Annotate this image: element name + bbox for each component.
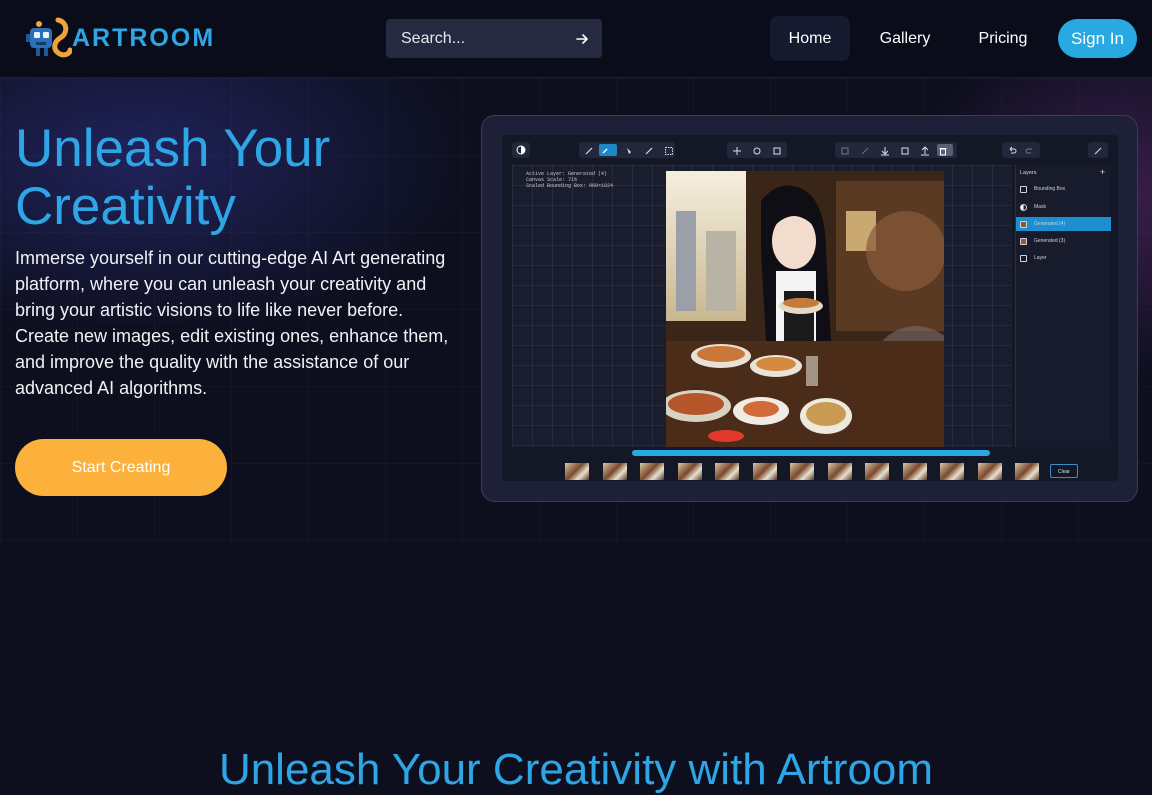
- select-tool-icon: [663, 144, 675, 156]
- thumbnail: [827, 463, 852, 480]
- theme-toggle: [512, 142, 530, 158]
- thumbnail: [902, 463, 927, 480]
- copy-icon: [899, 144, 911, 156]
- sign-in-button[interactable]: Sign In: [1058, 19, 1137, 58]
- generation-progress-bar: [632, 450, 990, 456]
- brush-tool-icon: [583, 144, 595, 156]
- logo-text: ARTROOM: [72, 24, 216, 52]
- tools-toolbar: [579, 142, 675, 158]
- trash-icon: [937, 144, 953, 156]
- layer-item: Bounding Box: [1016, 182, 1111, 196]
- move-icon: [731, 144, 743, 156]
- search-box: [386, 19, 602, 58]
- generated-artwork-image: [666, 171, 944, 447]
- layer-item-active: Generated (4): [1016, 217, 1111, 231]
- app-preview-device: Active Layer: Generated (4) Canvas Scale…: [481, 115, 1138, 502]
- robot-logo-icon: [26, 17, 72, 58]
- settings-toolbar: [1088, 142, 1108, 158]
- undo-icon: [1006, 144, 1018, 156]
- search-input[interactable]: [386, 19, 571, 58]
- hero-description: Immerse yourself in our cutting-edge AI …: [15, 248, 449, 398]
- layer-item: Mask: [1016, 200, 1111, 214]
- mask-icon: [1020, 204, 1027, 211]
- section-title: Unleash Your Creativity with Artroom: [218, 745, 934, 794]
- fill-tool-icon: [623, 144, 635, 156]
- image-layer-icon: [1020, 255, 1027, 262]
- grid-icon: [839, 144, 851, 156]
- wand-icon: [859, 144, 871, 156]
- eraser-tool-icon: [599, 144, 617, 156]
- redo-icon: [1024, 144, 1036, 156]
- add-layer-icon: +: [1100, 167, 1106, 177]
- picker-icon: [1092, 144, 1104, 156]
- nav-home[interactable]: Home: [770, 16, 850, 61]
- layers-title: Layers: [1020, 170, 1037, 176]
- clear-button: Clear: [1050, 464, 1078, 478]
- thumbnail: [715, 463, 739, 480]
- layer-thumbnail-icon: [1020, 221, 1027, 228]
- nav-gallery[interactable]: Gallery: [865, 16, 945, 61]
- pen-tool-icon: [643, 144, 655, 156]
- transform-toolbar: [727, 142, 787, 158]
- thumbnail: [565, 463, 589, 480]
- thumbnail: [790, 463, 814, 480]
- thumbnail: [865, 463, 889, 480]
- layer-thumbnail-icon: [1020, 238, 1027, 245]
- thumbnail: [977, 463, 1002, 480]
- bounding-box-info: Scaled Bounding Box: 960×1024: [526, 183, 614, 189]
- thumbnail: [752, 463, 777, 480]
- layer-item: Generated (3): [1016, 234, 1111, 248]
- contrast-icon: [516, 145, 526, 155]
- thumbnail: [1015, 463, 1039, 480]
- thumbnail: [677, 463, 702, 480]
- editor-canvas: Active Layer: Generated (4) Canvas Scale…: [512, 165, 1012, 447]
- nav-pricing[interactable]: Pricing: [963, 16, 1043, 61]
- circle-icon: [751, 144, 763, 156]
- layer-item: Layer: [1016, 251, 1111, 265]
- start-creating-button[interactable]: Start Creating: [15, 439, 227, 496]
- app-preview-screen: Active Layer: Generated (4) Canvas Scale…: [502, 135, 1118, 481]
- hero-title: Unleash Your Creativity: [15, 119, 331, 236]
- artroom-logo[interactable]: ARTROOM: [24, 16, 214, 60]
- history-toolbar: [1002, 142, 1040, 158]
- arrow-right-icon[interactable]: [574, 31, 590, 47]
- layers-panel: Layers + Bounding Box Mask Generated (4)…: [1015, 165, 1111, 447]
- upload-icon: [919, 144, 931, 156]
- thumbnail: [940, 463, 964, 480]
- bounding-box-icon: [1020, 186, 1027, 193]
- actions-toolbar: [835, 142, 957, 158]
- download-icon: [879, 144, 891, 156]
- site-header: ARTROOM Home Gallery Pricing Sign In: [0, 0, 1152, 78]
- thumbnail: [640, 463, 664, 480]
- resize-icon: [771, 144, 783, 156]
- thumbnail: [602, 463, 627, 480]
